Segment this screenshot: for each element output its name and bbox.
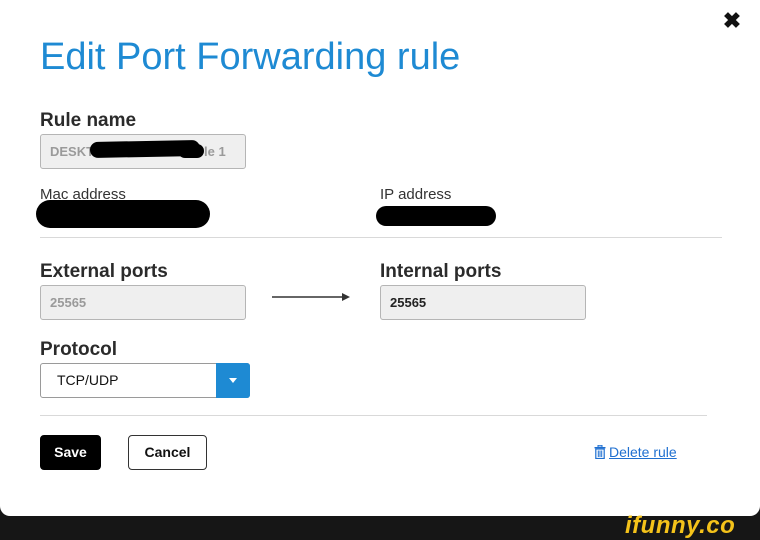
protocol-select[interactable]: TCP/UDP	[40, 363, 250, 398]
protocol-selected-value: TCP/UDP	[57, 372, 119, 388]
trash-icon	[594, 445, 606, 459]
close-icon[interactable]: ✖	[721, 10, 743, 32]
edit-rule-dialog: ✖ Edit Port Forwarding rule Rule name DE…	[0, 0, 760, 516]
protocol-label: Protocol	[40, 339, 118, 360]
rule-name-label: Rule name	[40, 110, 137, 131]
watermark: ifunny.co	[625, 512, 736, 539]
save-button[interactable]: Save	[40, 435, 101, 470]
delete-rule-label: Delete rule	[609, 444, 677, 460]
internal-ports-input[interactable]: 25565	[380, 285, 586, 320]
arrow-right-icon	[272, 293, 350, 301]
internal-ports-label: Internal ports	[380, 261, 502, 282]
redaction-mark	[178, 144, 204, 158]
section-divider	[40, 237, 722, 238]
protocol-dropdown-button[interactable]	[216, 363, 250, 398]
redaction-mark	[376, 206, 496, 226]
rule-name-value-prefix: DESKT	[50, 144, 95, 159]
dialog-title: Edit Port Forwarding rule	[40, 36, 461, 78]
delete-rule-link[interactable]: Delete rule	[594, 444, 677, 460]
redaction-mark	[36, 200, 210, 228]
external-ports-label: External ports	[40, 261, 168, 282]
ip-address-label: IP address	[380, 186, 452, 203]
footer-divider	[40, 415, 707, 416]
chevron-down-icon	[229, 378, 237, 383]
external-ports-input[interactable]: 25565	[40, 285, 246, 320]
cancel-button[interactable]: Cancel	[128, 435, 207, 470]
rule-name-value-suffix: le 1	[204, 144, 226, 159]
